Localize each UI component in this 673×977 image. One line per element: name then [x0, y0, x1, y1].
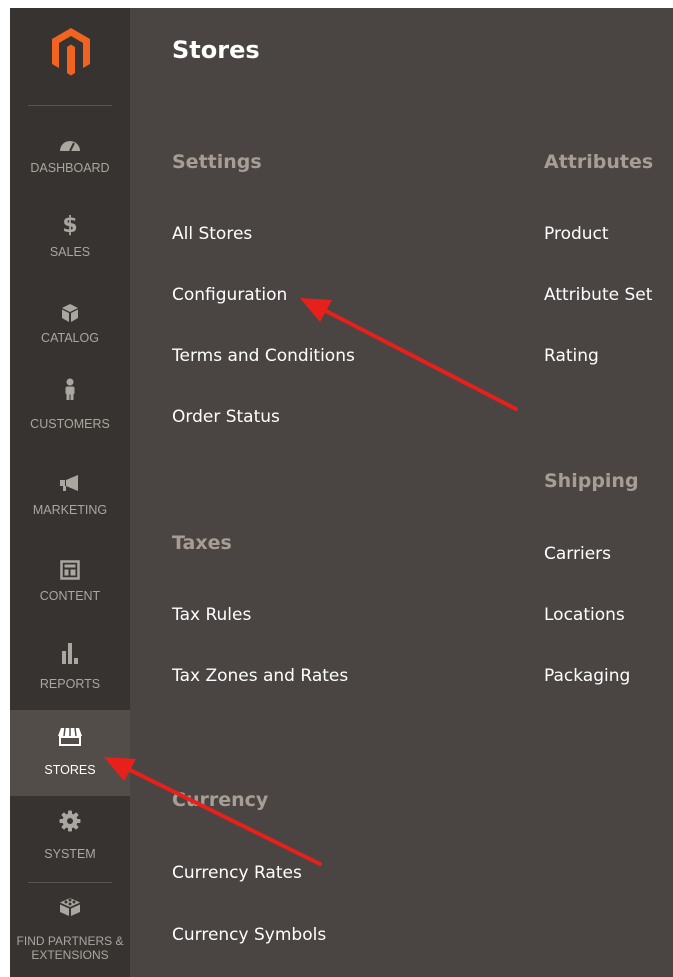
sidebar-item-label: DASHBOARD	[30, 161, 110, 175]
cube-icon	[10, 302, 130, 324]
sidebar-item-label: FIND PARTNERS & EXTENSIONS	[16, 934, 124, 962]
menu-link-attribute-set[interactable]: Attribute Set	[544, 285, 652, 305]
sidebar-item-marketing[interactable]: MARKETING	[10, 460, 130, 536]
section-heading-settings: Settings	[172, 151, 262, 173]
dashboard-icon	[10, 133, 130, 155]
gear-icon	[10, 810, 130, 832]
sidebar-item-system[interactable]: SYSTEM	[10, 798, 130, 878]
sidebar-item-label: SALES	[49, 245, 91, 259]
sidebar-item-find-partners[interactable]: FIND PARTNERS & EXTENSIONS	[10, 888, 130, 977]
sidebar-item-label: CATALOG	[41, 331, 99, 345]
menu-link-terms-and-conditions[interactable]: Terms and Conditions	[172, 346, 355, 366]
menu-link-rating[interactable]: Rating	[544, 346, 599, 366]
storefront-icon	[10, 726, 130, 748]
admin-screen: DASHBOARD $ SALES CATALOG CUSTOMERS MARK…	[0, 0, 673, 977]
sidebar-item-label: STORES	[44, 763, 96, 777]
menu-link-packaging[interactable]: Packaging	[544, 666, 630, 686]
section-heading-taxes: Taxes	[172, 532, 232, 554]
menu-link-carriers[interactable]: Carriers	[544, 544, 611, 564]
logo-divider	[28, 105, 112, 106]
sidebar-item-dashboard[interactable]: DASHBOARD	[10, 118, 130, 194]
stores-flyout-panel: Stores Settings All Stores Configuration…	[130, 8, 673, 977]
magento-logo[interactable]	[10, 8, 130, 98]
menu-link-tax-rules[interactable]: Tax Rules	[172, 605, 251, 625]
section-heading-shipping: Shipping	[544, 470, 639, 492]
panel-title: Stores	[172, 36, 260, 64]
sidebar-divider	[28, 882, 112, 883]
sidebar-item-label: CONTENT	[39, 589, 101, 603]
sidebar-item-label: SYSTEM	[44, 847, 96, 861]
layout-icon	[10, 559, 130, 581]
menu-link-locations[interactable]: Locations	[544, 605, 625, 625]
menu-link-currency-symbols[interactable]: Currency Symbols	[172, 925, 326, 945]
sidebar-item-label: REPORTS	[39, 677, 101, 691]
dollar-icon: $	[62, 212, 78, 238]
bar-chart-icon	[10, 642, 130, 664]
menu-link-configuration[interactable]: Configuration	[172, 285, 287, 305]
section-heading-attributes: Attributes	[544, 151, 654, 173]
sidebar-item-sales[interactable]: $ SALES	[10, 204, 130, 280]
menu-link-currency-rates[interactable]: Currency Rates	[172, 863, 302, 883]
menu-link-all-stores[interactable]: All Stores	[172, 224, 252, 244]
menu-link-product[interactable]: Product	[544, 224, 609, 244]
sidebar-item-reports[interactable]: REPORTS	[10, 630, 130, 710]
menu-link-tax-zones-and-rates[interactable]: Tax Zones and Rates	[172, 666, 348, 686]
blocks-icon	[10, 896, 130, 918]
admin-sidebar: DASHBOARD $ SALES CATALOG CUSTOMERS MARK…	[10, 8, 130, 977]
sidebar-item-content[interactable]: CONTENT	[10, 548, 130, 624]
sidebar-item-catalog[interactable]: CATALOG	[10, 290, 130, 366]
section-heading-currency: Currency	[172, 789, 269, 811]
sidebar-item-stores[interactable]: STORES	[10, 710, 130, 796]
sidebar-item-label: MARKETING	[32, 503, 108, 517]
megaphone-icon	[10, 472, 130, 494]
person-icon	[10, 378, 130, 400]
menu-link-order-status[interactable]: Order Status	[172, 407, 280, 427]
magento-logo-icon	[52, 28, 90, 76]
sidebar-item-customers[interactable]: CUSTOMERS	[10, 370, 130, 450]
sidebar-item-label: CUSTOMERS	[30, 417, 110, 431]
